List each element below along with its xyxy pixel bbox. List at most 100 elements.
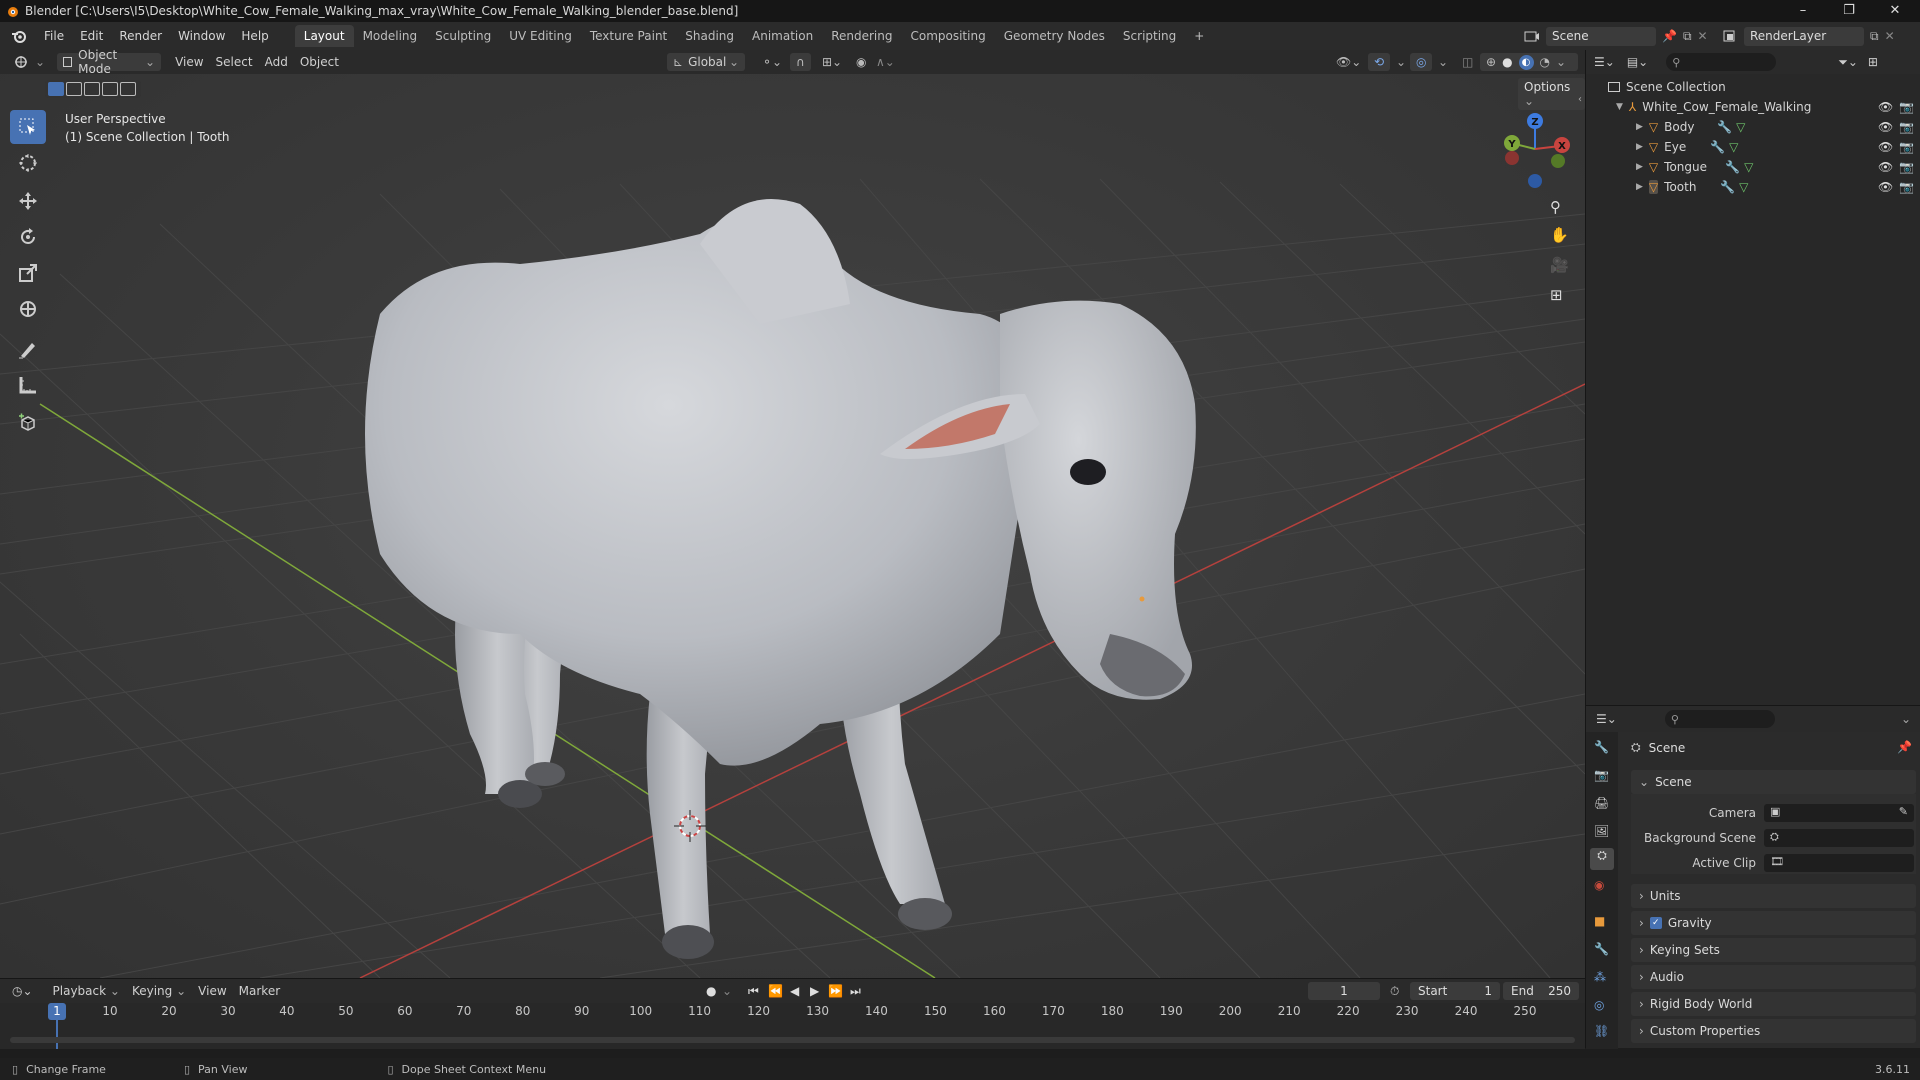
- tab-rendering[interactable]: Rendering: [822, 25, 901, 47]
- expand-arrow-icon[interactable]: ▼: [1616, 102, 1623, 112]
- panel-units-header[interactable]: › Units: [1631, 884, 1916, 908]
- select-subtract-icon[interactable]: [84, 82, 100, 96]
- next-keyframe-icon[interactable]: ⏩: [828, 984, 843, 998]
- timeline-scrollbar[interactable]: [10, 1037, 1575, 1043]
- expand-arrow-icon[interactable]: ▶: [1636, 182, 1643, 192]
- panel-scene-header[interactable]: ⌄ Scene: [1631, 770, 1916, 794]
- add-workspace-button[interactable]: +: [1185, 25, 1213, 47]
- wrench-icon[interactable]: 🔧: [1725, 160, 1740, 174]
- jump-start-icon[interactable]: ⏮: [748, 984, 759, 999]
- cow-model[interactable]: [365, 199, 1196, 959]
- tab-animation[interactable]: Animation: [743, 25, 822, 47]
- menu-object[interactable]: Object: [294, 53, 345, 71]
- zoom-view-icon[interactable]: ⚲: [1550, 198, 1561, 216]
- pin-scene-icon[interactable]: 📌: [1662, 29, 1677, 43]
- wrench-icon[interactable]: 🔧: [1710, 140, 1725, 154]
- properties-search-input[interactable]: ⚲: [1664, 710, 1775, 728]
- end-frame-field[interactable]: End 250: [1503, 982, 1579, 1000]
- camera-icon[interactable]: 📷: [1899, 120, 1914, 134]
- chevron-down-icon[interactable]: ⌄: [1901, 712, 1911, 726]
- select-box-tool[interactable]: [10, 110, 46, 144]
- scale-tool[interactable]: [10, 256, 46, 290]
- chevron-down-icon[interactable]: ⌄: [1556, 55, 1566, 69]
- snap-target-button[interactable]: ⊞⌄: [816, 53, 848, 71]
- gizmo-neg-y-icon[interactable]: [1551, 154, 1565, 168]
- mesh-data-icon[interactable]: ▽: [1736, 120, 1745, 134]
- mesh-data-icon[interactable]: ▽: [1739, 180, 1748, 194]
- eye-icon[interactable]: 👁: [1878, 160, 1893, 174]
- record-icon[interactable]: ●: [706, 984, 716, 998]
- gizmo-toggle[interactable]: ⟲: [1368, 53, 1391, 71]
- marker-menu[interactable]: Marker: [233, 982, 286, 1000]
- scene-icon[interactable]: [1524, 29, 1540, 43]
- proportional-falloff-button[interactable]: ∧⌄: [870, 53, 901, 71]
- tool-tab-icon[interactable]: 🔧: [1594, 740, 1609, 754]
- object-tab-icon[interactable]: ■: [1594, 914, 1605, 928]
- cursor-tool[interactable]: [10, 146, 46, 180]
- constraints-tab-icon[interactable]: ⛓: [1594, 1024, 1609, 1038]
- pan-view-icon[interactable]: ✋: [1550, 226, 1569, 244]
- gizmo-neg-z-icon[interactable]: [1528, 174, 1542, 188]
- wrench-icon[interactable]: 🔧: [1717, 120, 1732, 134]
- outliner-row-collection[interactable]: ▼ ⅄ White_Cow_Female_Walking 👁 📷: [1586, 97, 1920, 117]
- outliner-row-tooth[interactable]: ▶ ▽ Tooth 🔧 ▽ 👁 📷: [1586, 177, 1920, 197]
- menu-render[interactable]: Render: [111, 29, 170, 43]
- prev-keyframe-icon[interactable]: ⏪: [768, 984, 783, 998]
- record-dropdown-icon[interactable]: ⌄: [722, 984, 732, 998]
- menu-edit[interactable]: Edit: [72, 29, 111, 43]
- tab-modeling[interactable]: Modeling: [354, 25, 427, 47]
- camera-icon[interactable]: 📷: [1899, 140, 1914, 154]
- select-new-icon[interactable]: [48, 82, 64, 96]
- new-scene-icon[interactable]: ⧉: [1683, 29, 1692, 44]
- camera-field[interactable]: ▣ ✎: [1764, 804, 1914, 822]
- tab-texture-paint[interactable]: Texture Paint: [581, 25, 676, 47]
- keying-menu[interactable]: Keying ⌄: [126, 982, 192, 1000]
- delete-view-layer-icon[interactable]: ✕: [1885, 29, 1895, 43]
- options-button[interactable]: Options ⌄: [1518, 78, 1585, 110]
- add-cube-tool[interactable]: [10, 406, 46, 440]
- menu-window[interactable]: Window: [170, 29, 233, 43]
- eye-icon[interactable]: 👁: [1878, 180, 1893, 194]
- transform-orientation-selector[interactable]: ⊾ Global ⌄: [667, 53, 745, 71]
- menu-help[interactable]: Help: [233, 29, 276, 43]
- outliner-editor-icon[interactable]: ☰⌄: [1594, 55, 1615, 69]
- timeline-view-menu[interactable]: View: [192, 982, 232, 1000]
- output-tab-icon[interactable]: 🖨: [1594, 796, 1609, 810]
- move-tool[interactable]: [10, 184, 46, 218]
- jump-end-icon[interactable]: ⏭: [850, 984, 861, 999]
- menu-select[interactable]: Select: [210, 53, 259, 71]
- tab-sculpting[interactable]: Sculpting: [426, 25, 500, 47]
- panel-keying-sets-header[interactable]: › Keying Sets: [1631, 938, 1916, 962]
- current-frame-field[interactable]: 1: [1308, 982, 1380, 1000]
- display-mode-icon[interactable]: ▤⌄: [1627, 55, 1648, 69]
- eye-icon[interactable]: 👁: [1878, 120, 1893, 134]
- render-tab-icon[interactable]: 📷: [1594, 768, 1609, 782]
- wireframe-shading-icon[interactable]: ⊕: [1486, 55, 1496, 69]
- physics-tab-icon[interactable]: ◎: [1594, 998, 1604, 1012]
- camera-icon[interactable]: 📷: [1899, 180, 1914, 194]
- panel-gravity-header[interactable]: › ✓ Gravity: [1631, 911, 1916, 935]
- outliner-row-tongue[interactable]: ▶ ▽ Tongue 🔧 ▽ 👁 📷: [1586, 157, 1920, 177]
- timeline-ruler[interactable]: 1102030405060708090100110120130140150160…: [0, 1003, 1585, 1049]
- xray-toggle[interactable]: ◫: [1456, 53, 1479, 71]
- play-reverse-icon[interactable]: ◀: [790, 984, 799, 998]
- panel-rigid-body-world-header[interactable]: › Rigid Body World: [1631, 992, 1916, 1016]
- gizmo-neg-x-icon[interactable]: [1505, 151, 1519, 165]
- close-window-button[interactable]: ✕: [1872, 0, 1918, 22]
- perspective-toggle-icon[interactable]: ⊞: [1550, 286, 1563, 304]
- scene-selector[interactable]: Scene: [1546, 26, 1656, 46]
- 3d-viewport[interactable]: Z X Y User Perspective (1) Scene Collect…: [0, 74, 1585, 978]
- particles-tab-icon[interactable]: ⁂: [1594, 970, 1606, 984]
- outliner-row-body[interactable]: ▶ ▽ Body 🔧 ▽ 👁 📷: [1586, 117, 1920, 137]
- maximize-button[interactable]: ❐: [1826, 0, 1872, 22]
- mesh-data-icon[interactable]: ▽: [1729, 140, 1738, 154]
- playback-menu[interactable]: Playback ⌄: [47, 982, 126, 1000]
- tab-shading[interactable]: Shading: [676, 25, 743, 47]
- rendered-shading-icon[interactable]: ◔: [1540, 55, 1550, 69]
- mesh-data-icon[interactable]: ▽: [1744, 160, 1753, 174]
- view-layer-icon[interactable]: [1722, 29, 1738, 43]
- select-intersect-icon[interactable]: [120, 82, 136, 96]
- start-frame-field[interactable]: Start 1: [1410, 982, 1500, 1000]
- snap-toggle[interactable]: ∩: [790, 53, 811, 71]
- eye-icon[interactable]: 👁: [1878, 100, 1893, 114]
